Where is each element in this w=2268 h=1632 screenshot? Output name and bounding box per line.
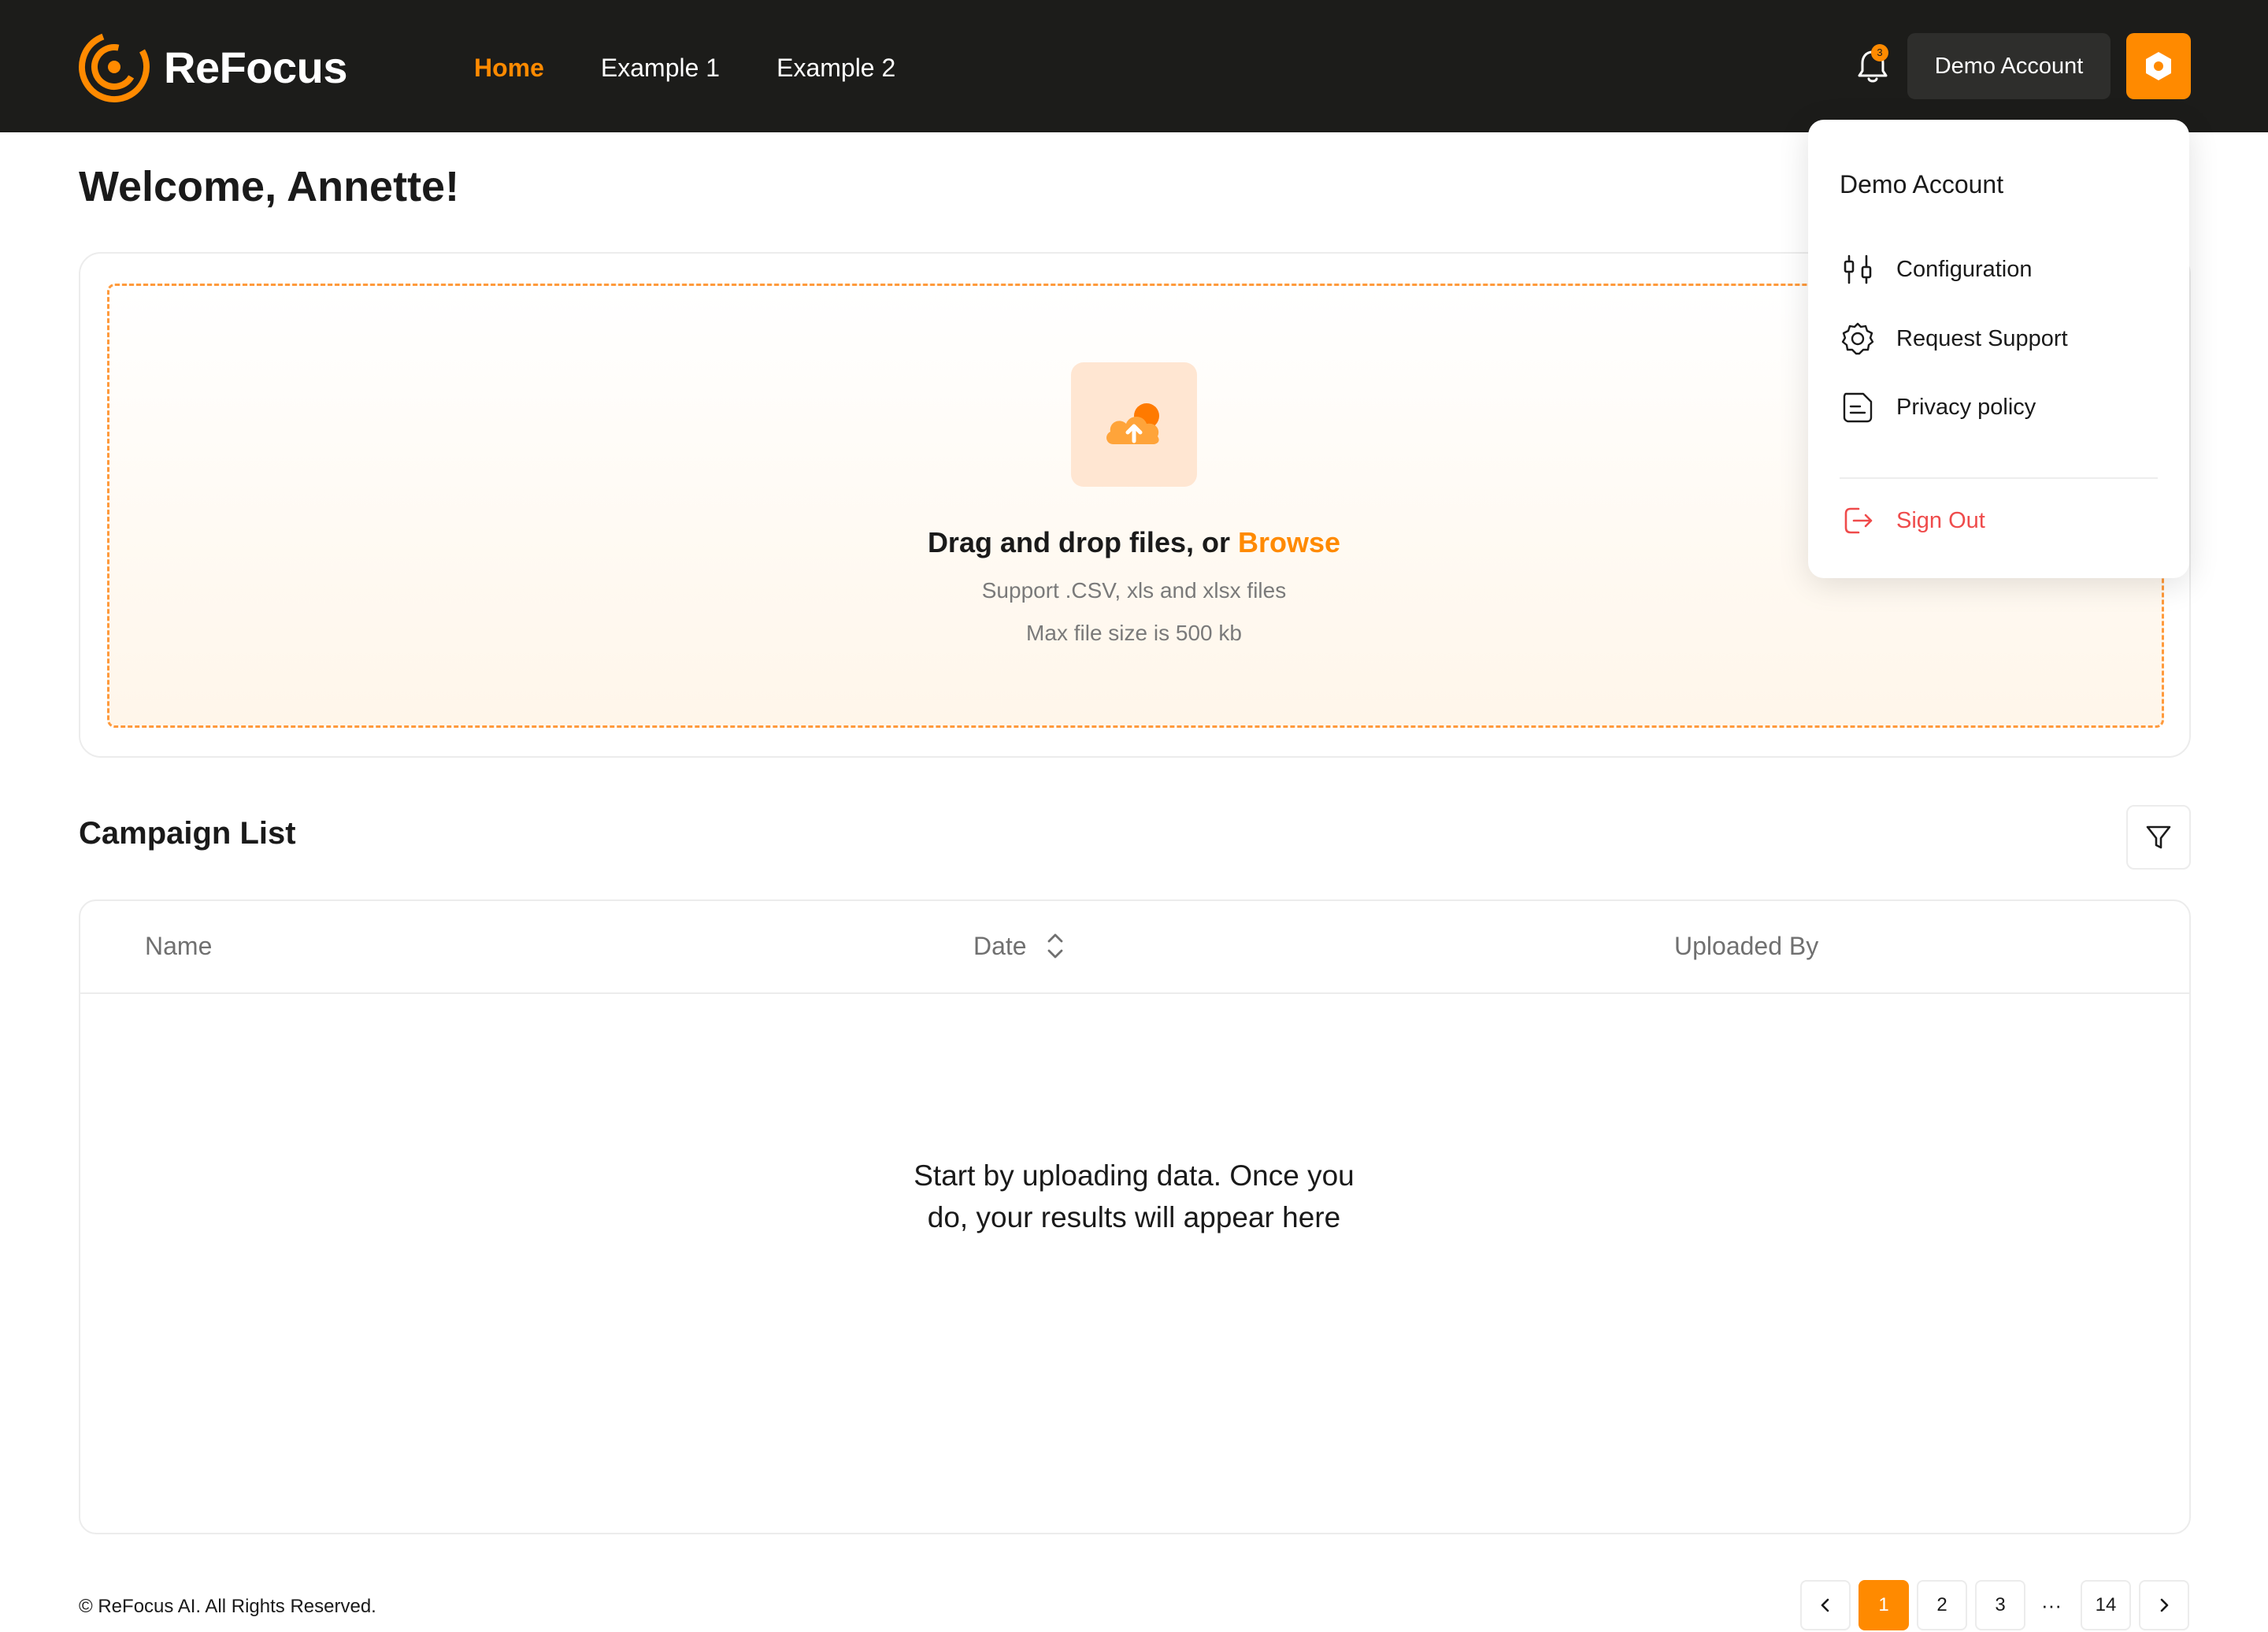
hexagon-profile-icon (2146, 52, 2171, 80)
column-header-date-label: Date (973, 932, 1027, 960)
account-button[interactable]: Demo Account (1907, 33, 2110, 99)
column-header-uploaded-by[interactable]: Uploaded By (1674, 929, 1818, 963)
pagination-page-1[interactable]: 1 (1858, 1580, 1909, 1630)
menu-divider (1840, 477, 2158, 479)
sign-out-icon (1844, 507, 1873, 534)
page-title: Welcome, Annette! (79, 163, 460, 210)
supported-formats-text: Support .CSV, xls and xlsx files (981, 578, 1287, 603)
table-header-divider (80, 992, 2189, 994)
max-file-size-text: Max file size is 500 kb (1026, 621, 1242, 645)
chevron-left-icon (1821, 1598, 1829, 1612)
campaign-list-title: Campaign List (79, 816, 296, 851)
brand-name: ReFocus (164, 42, 348, 92)
upload-icon-box (1071, 362, 1197, 487)
sort-icon[interactable] (1044, 930, 1066, 962)
pagination-page-2[interactable]: 2 (1917, 1580, 1967, 1630)
menu-item-sign-out-label: Sign Out (1896, 507, 1985, 533)
pagination-page-3[interactable]: 3 (1975, 1580, 2025, 1630)
gear-icon (1841, 322, 1874, 355)
menu-item-sign-out[interactable]: Sign Out (1840, 501, 1985, 540)
menu-account-title: Demo Account (1840, 170, 2004, 198)
nav-example-2[interactable]: Example 2 (776, 49, 895, 87)
notification-badge: 3 (1871, 44, 1888, 61)
filter-button[interactable] (2126, 805, 2191, 870)
account-dropdown-menu: Demo Account Configuration Request Suppo… (1808, 120, 2189, 578)
pagination-next-button[interactable] (2139, 1580, 2189, 1630)
menu-item-privacy-policy-label: Privacy policy (1896, 394, 2036, 420)
refocus-logo-icon (79, 31, 150, 102)
document-icon (1843, 392, 1873, 423)
nav-example-1[interactable]: Example 1 (601, 49, 720, 87)
sliders-icon (1844, 254, 1872, 284)
column-header-date[interactable]: Date (973, 929, 1066, 963)
column-header-name[interactable]: Name (145, 929, 212, 963)
pagination-ellipsis: ··· (2041, 1593, 2062, 1617)
profile-menu-button[interactable] (2126, 33, 2191, 99)
main-nav: Home Example 1 Example 2 (474, 49, 895, 87)
filter-icon (2146, 825, 2171, 849)
empty-state-message: Start by uploading data. Once you do, yo… (914, 1159, 1354, 1233)
menu-item-request-support[interactable]: Request Support (1840, 319, 2068, 358)
pagination-page-last[interactable]: 14 (2081, 1580, 2131, 1630)
brand-logo[interactable]: ReFocus (77, 30, 348, 104)
copyright-text: © ReFocus AI. All Rights Reserved. (79, 1596, 376, 1617)
dropzone-title-text: Drag and drop files, or (927, 526, 1238, 558)
menu-item-request-support-label: Request Support (1896, 325, 2068, 351)
pagination-prev-button[interactable] (1800, 1580, 1851, 1630)
menu-item-configuration-label: Configuration (1896, 256, 2033, 282)
browse-link[interactable]: Browse (1238, 526, 1340, 558)
chevron-right-icon (2160, 1598, 2169, 1612)
cloud-upload-icon (1106, 403, 1159, 444)
menu-item-configuration[interactable]: Configuration (1840, 250, 2033, 289)
menu-item-privacy-policy[interactable]: Privacy policy (1840, 388, 2036, 427)
nav-home[interactable]: Home (474, 49, 544, 87)
